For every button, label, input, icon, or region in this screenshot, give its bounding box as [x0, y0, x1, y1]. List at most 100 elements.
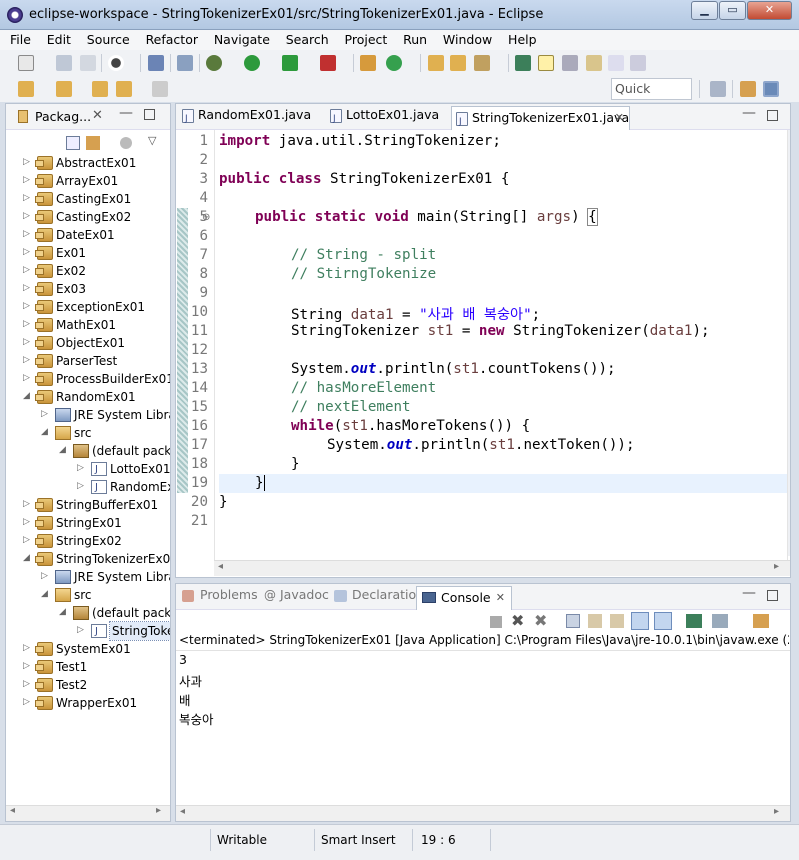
menu-refactor[interactable]: Refactor [140, 30, 204, 47]
tree-item[interactable]: ◢ (default packa [6, 604, 170, 622]
close-tab-icon[interactable]: ✕ [615, 107, 624, 129]
menu-help[interactable]: Help [502, 30, 543, 47]
tree-item[interactable]: ▷ Ex01 [6, 244, 170, 262]
menu-search[interactable]: Search [280, 30, 335, 47]
focus-icon[interactable] [120, 137, 132, 149]
menu-project[interactable]: Project [339, 30, 394, 47]
collapsed-twistie-icon[interactable]: ▷ [23, 356, 32, 365]
collapsed-twistie-icon[interactable]: ▷ [23, 500, 32, 509]
menu-run[interactable]: Run [397, 30, 433, 47]
tree-item[interactable]: ▷ Test1 [6, 658, 170, 676]
tree-item[interactable]: ▷ StringBufferEx01 [6, 496, 170, 514]
open-task-icon[interactable] [450, 55, 466, 71]
tree-item[interactable]: ▷ WrapperEx01 [6, 694, 170, 712]
tree-item[interactable]: ▷ RandomEx [6, 478, 170, 497]
save-icon[interactable] [56, 55, 72, 71]
expanded-twistie-icon[interactable]: ◢ [59, 608, 68, 617]
back-icon[interactable] [116, 81, 132, 97]
collapsed-twistie-icon[interactable]: ▷ [77, 464, 86, 473]
tree-item[interactable]: ▷ ProcessBuilderEx01 [6, 370, 170, 388]
tree-item[interactable]: ▷ Ex03 [6, 280, 170, 298]
save-all-icon[interactable] [80, 55, 96, 71]
maximize-editor-icon[interactable] [767, 110, 778, 121]
expanded-twistie-icon[interactable]: ◢ [41, 590, 50, 599]
terminate-icon[interactable] [490, 616, 502, 628]
open-perspective-icon[interactable] [710, 81, 726, 97]
horizontal-scrollbar[interactable]: ◂ ▸ [6, 805, 170, 821]
menu-window[interactable]: Window [437, 30, 498, 47]
forward-icon[interactable] [152, 81, 168, 97]
terminal-icon[interactable] [148, 55, 164, 71]
collapsed-twistie-icon[interactable]: ▷ [23, 374, 32, 383]
collapsed-twistie-icon[interactable]: ▷ [23, 248, 32, 257]
package-explorer-title[interactable]: Packag... [35, 109, 91, 124]
previous-annotation-icon[interactable] [56, 81, 72, 97]
maximize-view-icon[interactable] [144, 109, 155, 120]
expanded-twistie-icon[interactable]: ◢ [23, 392, 32, 401]
collapsed-twistie-icon[interactable]: ▷ [23, 662, 32, 671]
expanded-twistie-icon[interactable]: ◢ [23, 554, 32, 563]
open-type-icon[interactable] [428, 55, 444, 71]
clear-console-icon[interactable] [566, 614, 580, 628]
minimize-console-icon[interactable]: — [742, 585, 756, 601]
pilcrow-icon[interactable] [630, 55, 646, 71]
debug-icon[interactable] [206, 55, 222, 71]
breadcrumb-icon[interactable] [562, 55, 578, 71]
search-icon[interactable] [474, 55, 490, 71]
tree-item[interactable]: ▷ ExceptionEx01 [6, 298, 170, 316]
tree-item[interactable]: ▷ JRE System Librar [6, 406, 170, 424]
close-view-icon[interactable]: ✕ [92, 108, 103, 123]
collapsed-twistie-icon[interactable]: ▷ [77, 482, 86, 491]
collapsed-twistie-icon[interactable]: ▷ [23, 320, 32, 329]
tree-item[interactable]: ▷ ParserTest [6, 352, 170, 370]
collapsed-twistie-icon[interactable]: ▷ [23, 176, 32, 185]
minimize-editor-icon[interactable]: — [742, 105, 756, 121]
collapsed-twistie-icon[interactable]: ▷ [23, 266, 32, 275]
tree-item[interactable]: ▷ AbstractEx01 [6, 154, 170, 172]
menu-source[interactable]: Source [81, 30, 136, 47]
tree-item[interactable]: ▷ DateEx01 [6, 226, 170, 244]
tree-item[interactable]: ◢ RandomEx01 [6, 388, 170, 406]
external-tools-icon[interactable] [320, 55, 336, 71]
tab-javadoc[interactable]: @ Javadoc [260, 584, 329, 608]
show-on-error-icon[interactable] [654, 612, 672, 630]
menu-edit[interactable]: Edit [41, 30, 77, 47]
tree-item[interactable]: ◢ src [6, 586, 170, 604]
display-console-icon[interactable] [712, 614, 728, 628]
collapsed-twistie-icon[interactable]: ▷ [23, 518, 32, 527]
menu-navigate[interactable]: Navigate [208, 30, 276, 47]
editor-horizontal-scrollbar[interactable]: ◂ ▸ [214, 560, 790, 576]
user-icon[interactable] [108, 55, 124, 71]
open-console-icon[interactable] [753, 614, 769, 628]
new-icon[interactable] [18, 55, 34, 71]
minimize-view-icon[interactable]: — [119, 105, 133, 121]
expanded-twistie-icon[interactable]: ◢ [41, 428, 50, 437]
tab-randomex01[interactable]: RandomEx01.java [178, 104, 323, 130]
collapsed-twistie-icon[interactable]: ▷ [23, 680, 32, 689]
new-class-icon[interactable] [386, 55, 402, 71]
tab-lottoex01[interactable]: LottoEx01.java [326, 104, 446, 130]
collapsed-twistie-icon[interactable]: ▷ [41, 410, 50, 419]
collapsed-twistie-icon[interactable]: ▷ [23, 536, 32, 545]
block-select-icon[interactable] [586, 55, 602, 71]
expanded-twistie-icon[interactable]: ◢ [59, 446, 68, 455]
last-edit-icon[interactable] [92, 81, 108, 97]
tree-item[interactable]: ▷ StringEx01 [6, 514, 170, 532]
tree-item[interactable]: ▷ CastingEx01 [6, 190, 170, 208]
tab-problems[interactable]: Problems [178, 584, 258, 608]
collapsed-twistie-icon[interactable]: ▷ [23, 212, 32, 221]
tree-item[interactable]: ▷ Ex02 [6, 262, 170, 280]
console-horizontal-scrollbar[interactable]: ◂ ▸ [176, 805, 790, 821]
tree-item[interactable]: ▷ JRE System Librar [6, 568, 170, 586]
highlight-icon[interactable] [538, 55, 554, 71]
collapsed-twistie-icon[interactable]: ▷ [23, 644, 32, 653]
quick-access-field[interactable]: Quick Access [611, 78, 692, 116]
tree-item[interactable]: ▷ StringEx02 [6, 532, 170, 550]
tree-item[interactable]: ▷ StringToke [6, 621, 170, 641]
collapsed-twistie-icon[interactable]: ▷ [23, 284, 32, 293]
collapsed-twistie-icon[interactable]: ▷ [23, 302, 32, 311]
collapsed-twistie-icon[interactable]: ▷ [23, 698, 32, 707]
tree-item[interactable]: ▷ Test2 [6, 676, 170, 694]
collapsed-twistie-icon[interactable]: ▷ [41, 572, 50, 581]
tab-declaration[interactable]: Declaration [330, 584, 424, 608]
